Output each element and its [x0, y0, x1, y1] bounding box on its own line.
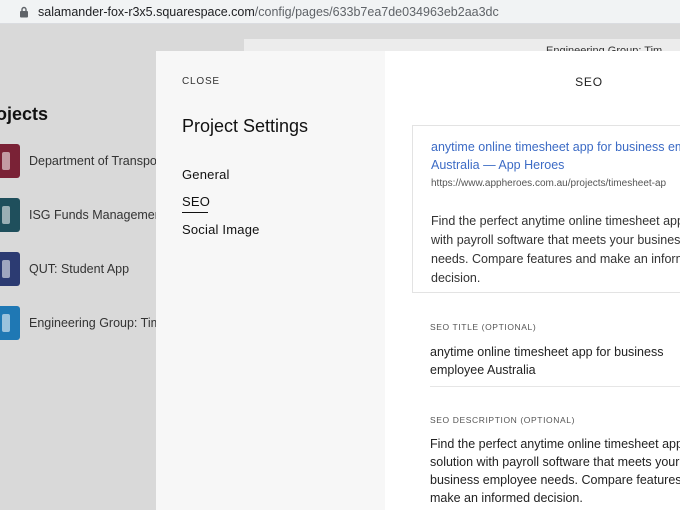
seo-description-label: SEO DESCRIPTION (OPTIONAL)	[430, 415, 576, 425]
background-project-item[interactable]: Department of Transpor	[0, 144, 161, 178]
modal-title: Project Settings	[182, 116, 309, 136]
preview-description-line: Find the perfect anytime online timeshee…	[431, 214, 680, 228]
lock-icon	[18, 6, 30, 18]
background-projects-title: ojects	[0, 104, 49, 124]
project-thumbnail	[0, 144, 20, 178]
seo-description-line: make an informed decision.	[430, 491, 583, 505]
seo-description-line: solution with payroll software that meet…	[430, 455, 680, 469]
preview-title-line: Australia — App Heroes	[431, 158, 565, 172]
nav-item-seo[interactable]: SEO	[182, 194, 210, 213]
project-thumbnail	[0, 306, 20, 340]
seo-description-input[interactable]: Find the perfect anytime online timeshee…	[430, 435, 680, 507]
preview-description: Find the perfect anytime online timeshee…	[431, 212, 680, 288]
preview-description-line: needs. Compare features and make an info…	[431, 252, 680, 266]
url-path: /config/pages/633b7ea7de034963eb2aa3dc	[254, 4, 499, 19]
seo-title-line: employee Australia	[430, 363, 536, 377]
url-text[interactable]: salamander-fox-r3x5.squarespace.com/conf…	[38, 5, 499, 19]
background-project-item[interactable]: QUT: Student App	[0, 252, 129, 286]
project-label: Department of Transpor	[29, 154, 162, 168]
preview-description-line: with payroll software that meets your bu…	[431, 233, 680, 247]
seo-title-line: anytime online timesheet app for busines…	[430, 345, 664, 359]
preview-description-line: decision.	[431, 271, 481, 285]
seo-title-label: SEO TITLE (OPTIONAL)	[430, 322, 537, 332]
project-label: QUT: Student App	[29, 262, 130, 276]
project-label: Engineering Group: Tim	[29, 316, 162, 330]
background-project-item[interactable]: ISG Funds Management	[0, 198, 165, 232]
seo-description-line: Find the perfect anytime online timeshee…	[430, 437, 680, 451]
search-preview-card: anytime online timesheet app for busines…	[412, 125, 680, 293]
nav-item-general[interactable]: General	[182, 167, 230, 182]
background-project-item[interactable]: Engineering Group: Tim	[0, 306, 161, 340]
settings-modal-sidebar: CLOSE Project Settings General SEO Socia…	[156, 51, 385, 510]
browser-url-bar[interactable]: salamander-fox-r3x5.squarespace.com/conf…	[0, 0, 680, 24]
preview-title-link: anytime online timesheet app for busines…	[431, 138, 680, 174]
seo-settings-panel: SEO anytime online timesheet app for bus…	[385, 51, 680, 510]
field-divider	[430, 386, 680, 387]
section-title: SEO	[575, 75, 603, 89]
seo-title-input[interactable]: anytime online timesheet app for busines…	[430, 343, 680, 379]
project-label: ISG Funds Management	[29, 208, 166, 222]
preview-url: https://www.appheroes.com.au/projects/ti…	[431, 178, 667, 189]
close-button[interactable]: CLOSE	[182, 76, 220, 87]
seo-description-line: business employee needs. Compare feature…	[430, 473, 680, 487]
nav-item-social-image[interactable]: Social Image	[182, 222, 260, 237]
url-domain: salamander-fox-r3x5.squarespace.com	[38, 4, 255, 19]
project-thumbnail	[0, 198, 20, 232]
preview-title-line: anytime online timesheet app for busines…	[431, 140, 680, 154]
project-thumbnail	[0, 252, 20, 286]
